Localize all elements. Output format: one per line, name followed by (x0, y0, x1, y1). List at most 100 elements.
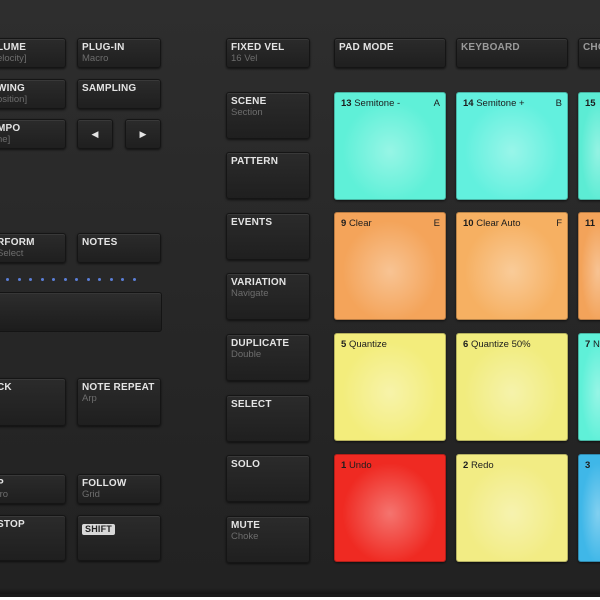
pattern-button[interactable]: PATTERN (226, 152, 310, 199)
perform-label: RFORM (0, 237, 35, 248)
solo-label: SOLO (231, 459, 261, 470)
tempo-label: MPO (0, 123, 21, 134)
touch-strip-led (63, 278, 67, 281)
touch-strip-led (17, 278, 21, 281)
pad-3-number: 3 (585, 460, 591, 471)
pad-5[interactable]: 5 Quantize (334, 333, 446, 441)
arrow-left-icon: ◀ (91, 128, 99, 139)
swing-label: WING (0, 83, 26, 94)
fixed-vel-sub: 16 Vel (231, 53, 258, 64)
pad-10[interactable]: 10 Clear Auto F (456, 212, 568, 320)
chords-button[interactable]: CHO (578, 38, 600, 68)
arrow-right-button[interactable]: ▶ (125, 119, 161, 149)
lock-button[interactable]: CK (0, 378, 66, 426)
duplicate-label: DUPLICATE (231, 338, 290, 349)
lock-label: CK (0, 382, 12, 393)
note-repeat-sub: Arp (82, 393, 97, 404)
pad-5-number: 5 (341, 339, 347, 350)
scene-label: SCENE (231, 96, 267, 107)
pad-1-number: 1 (341, 460, 347, 471)
pad-3[interactable]: 3 (578, 454, 600, 562)
pad-9[interactable]: 9 Clear E (334, 212, 446, 320)
pad-9-key: E (433, 218, 440, 229)
keyboard-label: KEYBOARD (461, 42, 520, 53)
scene-button[interactable]: SCENE Section (226, 92, 310, 139)
volume-button[interactable]: LUME elocity] (0, 38, 66, 68)
touch-strip[interactable] (0, 292, 162, 332)
select-button[interactable]: SELECT (226, 395, 310, 442)
pad-1[interactable]: 1 Undo (334, 454, 446, 562)
pad-15[interactable]: 15 (578, 92, 600, 200)
pad-5-text: Quantize (348, 339, 387, 350)
select-label: SELECT (231, 399, 272, 410)
touch-strip-led (29, 278, 32, 281)
arrow-left-button[interactable]: ◀ (77, 119, 113, 149)
pad-mode-button[interactable]: PAD MODE (334, 38, 446, 68)
step-button[interactable]: P tro (0, 474, 66, 504)
note-repeat-label: NOTE REPEAT (82, 382, 155, 393)
pad-10-key: F (556, 218, 562, 229)
pad-9-number: 9 (341, 218, 347, 229)
touch-strip-led (86, 278, 90, 281)
swing-button[interactable]: WING osition] (0, 79, 66, 109)
mute-sub: Choke (231, 531, 259, 542)
pad-6-text: Quantize 50% (470, 339, 531, 350)
pad-11[interactable]: 11 (578, 212, 600, 320)
shift-button[interactable]: SHIFT (77, 515, 161, 561)
pad-6-number: 6 (463, 339, 469, 350)
pad-6[interactable]: 6 Quantize 50% (456, 333, 568, 441)
perform-button[interactable]: RFORM Select (0, 233, 66, 263)
pattern-label: PATTERN (231, 156, 279, 167)
pad-13-number: 13 (341, 98, 352, 109)
sampling-label: SAMPLING (82, 83, 137, 94)
pad-11-number: 11 (585, 218, 596, 229)
arrow-right-icon: ▶ (139, 128, 147, 139)
pad-10-number: 10 (463, 218, 474, 229)
pad-2-text: Redo (470, 460, 494, 471)
pad-13-text: Semitone - (354, 98, 401, 109)
follow-button[interactable]: FOLLOW Grid (77, 474, 161, 504)
pad-1-text: Undo (348, 460, 372, 471)
fixed-vel-button[interactable]: FIXED VEL 16 Vel (226, 38, 310, 68)
volume-sub: elocity] (0, 53, 27, 64)
pad-15-number: 15 (585, 98, 596, 109)
chords-label: CHO (583, 42, 600, 53)
pad-2[interactable]: 2 Redo (456, 454, 568, 562)
variation-button[interactable]: VARIATION Navigate (226, 273, 310, 320)
pad-7-text: N (592, 339, 600, 350)
pad-14-key: B (555, 98, 562, 109)
touch-strip-led (132, 278, 136, 281)
step-sub: tro (0, 489, 9, 500)
pad-7[interactable]: 7 N (578, 333, 600, 441)
notes-button[interactable]: NOTES (77, 233, 161, 263)
pad-7-number: 7 (585, 339, 591, 350)
variation-sub: Navigate (231, 288, 269, 299)
stop-button[interactable]: STOP (0, 515, 66, 561)
sampling-button[interactable]: SAMPLING (77, 79, 161, 109)
follow-label: FOLLOW (82, 478, 127, 489)
perform-sub: Select (0, 248, 24, 259)
plugin-button[interactable]: PLUG-IN Macro (77, 38, 161, 68)
pad-9-text: Clear (348, 218, 372, 229)
mute-button[interactable]: MUTE Choke (226, 516, 310, 563)
mute-label: MUTE (231, 520, 261, 531)
tempo-button[interactable]: MPO ne] (0, 119, 66, 149)
duplicate-button[interactable]: DUPLICATE Double (226, 334, 310, 381)
events-label: EVENTS (231, 217, 273, 228)
pad-2-number: 2 (463, 460, 469, 471)
tempo-sub: ne] (0, 134, 11, 145)
touch-strip-led (75, 278, 78, 281)
pad-14[interactable]: 14 Semitone + B (456, 92, 568, 200)
keyboard-button[interactable]: KEYBOARD (456, 38, 568, 68)
notes-label: NOTES (82, 237, 118, 248)
follow-sub: Grid (82, 489, 100, 500)
events-button[interactable]: EVENTS (226, 213, 310, 260)
solo-button[interactable]: SOLO (226, 455, 310, 502)
pad-14-number: 14 (463, 98, 474, 109)
pad-13-key: A (433, 98, 440, 109)
volume-label: LUME (0, 42, 27, 53)
note-repeat-button[interactable]: NOTE REPEAT Arp (77, 378, 161, 426)
pad-10-text: Clear Auto (476, 218, 521, 229)
pad-13[interactable]: 13 Semitone - A (334, 92, 446, 200)
plugin-sub: Macro (82, 53, 109, 64)
